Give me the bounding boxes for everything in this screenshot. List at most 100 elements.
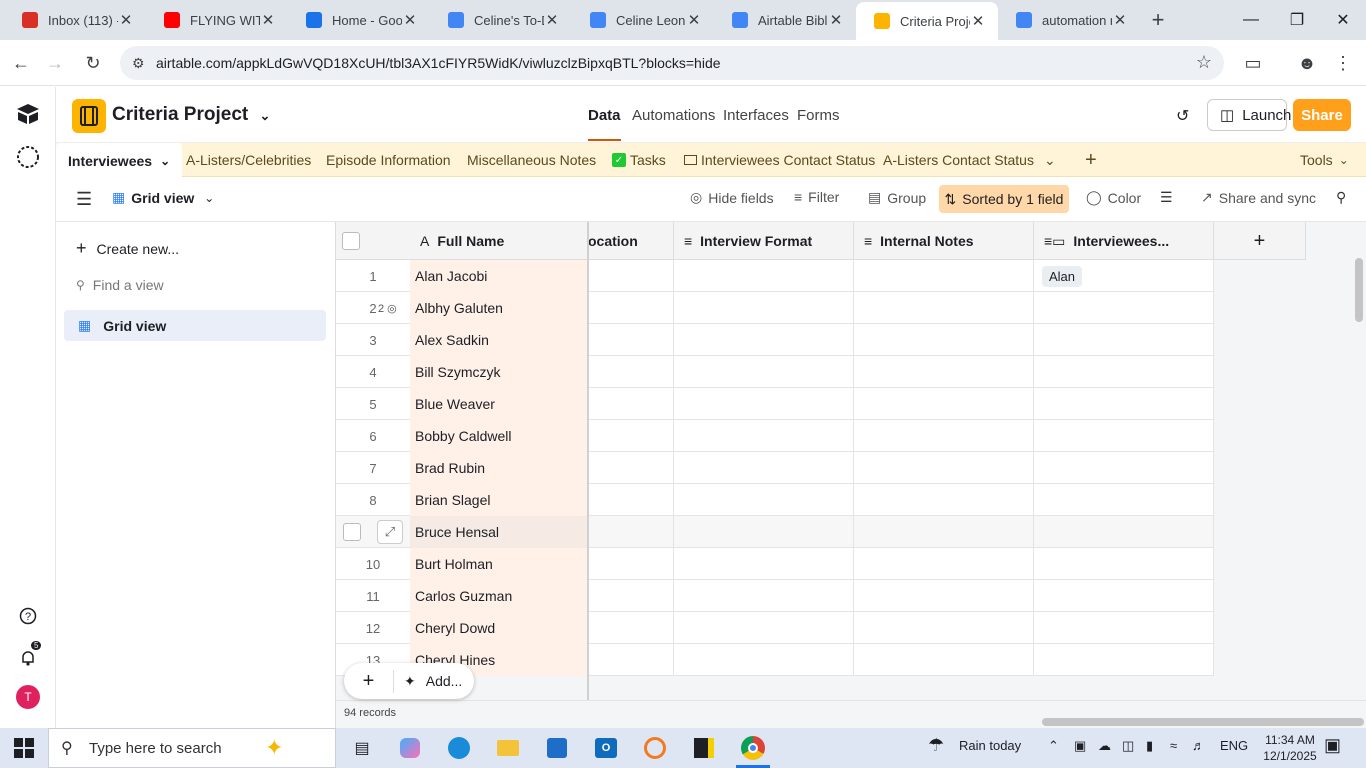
new-tab-button[interactable]: + <box>1140 7 1176 33</box>
display-icon[interactable]: ◫ <box>1122 738 1134 754</box>
location-cell[interactable] <box>588 292 674 324</box>
nav-automations[interactable]: Automations <box>632 107 715 124</box>
full-name-cell[interactable]: Burt Holman <box>410 548 588 580</box>
internal-notes-cell[interactable] <box>854 324 1034 356</box>
internal-notes-cell[interactable] <box>854 516 1034 548</box>
interview-format-cell[interactable] <box>674 292 854 324</box>
interviewees-link-cell[interactable] <box>1034 484 1214 516</box>
row-number[interactable]: 1 <box>336 260 410 292</box>
app-circle-icon[interactable] <box>643 736 667 760</box>
find-view-field[interactable]: ⚲ Find a view <box>76 277 164 293</box>
create-new-view-button[interactable]: + Create new... <box>76 238 179 259</box>
group-button[interactable]: ▤ Group <box>868 189 926 206</box>
row-number[interactable]: 4 <box>336 356 410 388</box>
weather-text[interactable]: Rain today <box>959 738 1021 753</box>
help-icon[interactable]: ? <box>19 607 37 630</box>
close-tab-icon[interactable]: ✕ <box>970 12 986 30</box>
minimize-button[interactable]: — <box>1228 0 1274 40</box>
clock[interactable]: 11:34 AM 12/1/2025 <box>1254 732 1326 764</box>
full-name-cell[interactable]: Brad Rubin <box>410 452 588 484</box>
table-row[interactable]: 4 Bill Szymczyk <box>336 356 1214 388</box>
more-tables-chevron-icon[interactable]: ⌄ <box>1044 143 1056 177</box>
table-row[interactable]: 10 Burt Holman <box>336 548 1214 580</box>
browser-tab[interactable]: FLYING WITH✕ <box>146 2 288 38</box>
interviewees-link-cell[interactable] <box>1034 324 1214 356</box>
add-field-icon[interactable]: + <box>1214 222 1306 260</box>
location-cell[interactable] <box>588 644 674 676</box>
add-record-button[interactable]: + ✦ Add... <box>344 663 474 699</box>
table-row[interactable]: 6 Bobby Caldwell <box>336 420 1214 452</box>
base-icon[interactable] <box>72 99 106 133</box>
browser-tab[interactable]: Inbox (113) - ✕ <box>4 2 146 38</box>
interviewees-link-cell[interactable] <box>1034 356 1214 388</box>
row-number[interactable]: 10 <box>336 548 410 580</box>
site-info-icon[interactable]: ⚙ <box>132 55 145 72</box>
interviewees-link-cell[interactable] <box>1034 548 1214 580</box>
row-number[interactable]: ⤢ <box>336 516 410 548</box>
close-window-button[interactable]: ✕ <box>1320 0 1366 40</box>
wifi-icon[interactable]: ≈ <box>1170 738 1177 753</box>
table-row[interactable]: 7 Brad Rubin <box>336 452 1214 484</box>
interview-format-cell[interactable] <box>674 356 854 388</box>
location-cell[interactable] <box>588 612 674 644</box>
tab-interviewees[interactable]: Interviewees ⌄ <box>56 143 183 178</box>
row-number[interactable]: 8 <box>336 484 410 516</box>
interview-format-cell[interactable] <box>674 644 854 676</box>
close-tab-icon[interactable]: ✕ <box>828 11 844 29</box>
chrome-icon[interactable] <box>741 736 765 760</box>
interviewees-link-cell[interactable] <box>1034 292 1214 324</box>
row-number[interactable]: 7 <box>336 452 410 484</box>
nav-forms[interactable]: Forms <box>797 107 840 124</box>
battery-icon[interactable]: ▮ <box>1146 738 1153 754</box>
volume-icon[interactable]: ♬ <box>1192 738 1205 753</box>
close-tab-icon[interactable]: ✕ <box>118 11 134 29</box>
browser-tab[interactable]: automation r ✕ <box>998 2 1140 38</box>
table-row[interactable]: 22 ◎ Albhy Galuten <box>336 292 1214 324</box>
internal-notes-cell[interactable] <box>854 356 1034 388</box>
internal-notes-cell[interactable] <box>854 580 1034 612</box>
browser-tab[interactable]: Celine Leon I ✕ <box>572 2 714 38</box>
table-row[interactable]: 11 Carlos Guzman <box>336 580 1214 612</box>
chevron-up-icon[interactable]: ⌃ <box>1048 738 1059 754</box>
interview-format-cell[interactable] <box>674 516 854 548</box>
table-row[interactable]: 5 Blue Weaver <box>336 388 1214 420</box>
row-height-icon[interactable]: ☰ <box>1160 189 1173 206</box>
share-button[interactable]: Share <box>1293 99 1351 131</box>
linked-record-chip[interactable]: Alan <box>1042 265 1083 287</box>
launch-button[interactable]: ◫ Launch <box>1207 99 1291 131</box>
full-name-cell[interactable]: Alan Jacobi <box>410 260 588 292</box>
windows-start-icon[interactable] <box>12 736 36 760</box>
reload-button[interactable]: ↻ <box>78 48 108 78</box>
omni-icon[interactable] <box>15 144 41 173</box>
browser-tab[interactable]: Celine's To-D ✕ <box>430 2 572 38</box>
internal-notes-cell[interactable] <box>854 612 1034 644</box>
tab-tasks[interactable]: ✓ Tasks <box>612 143 666 177</box>
internal-notes-cell[interactable] <box>854 644 1034 676</box>
sidebar-toggle-icon[interactable]: ☰ <box>76 189 92 210</box>
vertical-scrollbar[interactable] <box>1355 258 1363 322</box>
close-tab-icon[interactable]: ✕ <box>402 11 418 29</box>
sort-button[interactable]: ⇅ Sorted by 1 field <box>939 185 1069 213</box>
location-cell[interactable] <box>588 452 674 484</box>
meet-icon[interactable]: ▣ <box>1074 738 1086 754</box>
back-button[interactable]: ← <box>6 48 36 78</box>
interview-format-cell[interactable] <box>674 452 854 484</box>
close-tab-icon[interactable]: ✕ <box>260 11 276 29</box>
tab-a-listers-celebrities[interactable]: A-Listers/Celebrities <box>186 143 311 177</box>
view-switcher[interactable]: ▦ Grid view ⌄ <box>112 189 214 206</box>
location-cell[interactable] <box>588 420 674 452</box>
search-icon[interactable]: ⚲ <box>1336 189 1346 206</box>
full-name-cell[interactable]: Bruce Hensal <box>410 516 588 548</box>
full-name-cell[interactable]: Blue Weaver <box>410 388 588 420</box>
internal-notes-cell[interactable] <box>854 388 1034 420</box>
interviewees-link-cell[interactable] <box>1034 388 1214 420</box>
tab-a-listers-contact-status[interactable]: A-Listers Contact Status <box>883 143 1034 177</box>
user-avatar[interactable]: T <box>16 685 40 709</box>
interviewees-link-cell[interactable] <box>1034 612 1214 644</box>
interview-format-cell[interactable] <box>674 484 854 516</box>
location-cell[interactable] <box>588 324 674 356</box>
interviewees-link-cell[interactable] <box>1034 644 1214 676</box>
location-cell[interactable] <box>588 356 674 388</box>
profile-icon[interactable]: ☻ <box>1292 48 1322 78</box>
notifications-bell-icon[interactable]: 5 <box>19 641 42 670</box>
